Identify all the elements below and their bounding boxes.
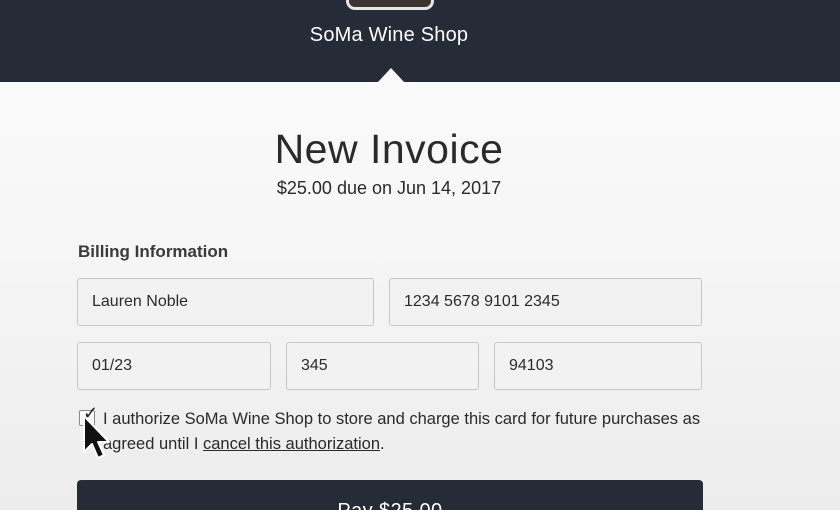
shop-name: SoMa Wine Shop	[309, 24, 469, 46]
invoice-title: New Invoice	[274, 126, 504, 172]
authorization-text: I authorize SoMa Wine Shop to store and …	[103, 407, 703, 457]
shop-header: SoMa Wine Shop	[0, 0, 840, 82]
expiry-date-field[interactable]	[77, 342, 271, 390]
cardholder-name-field[interactable]	[77, 278, 374, 326]
invoice-amount: $25.00	[276, 178, 332, 198]
invoice-payment-page: SoMa Wine Shop New Invoice $25.00 due on …	[0, 0, 840, 510]
authorization-suffix: .	[380, 435, 385, 453]
zip-code-field[interactable]	[494, 342, 702, 390]
pay-button[interactable]: Pay $25.00	[77, 480, 703, 510]
cvv-field[interactable]	[286, 342, 479, 390]
mouse-cursor-icon	[83, 415, 110, 459]
card-number-field[interactable]	[389, 278, 702, 326]
invoice-panel: New Invoice $25.00 due on Jun 14, 2017 Bi…	[0, 82, 840, 510]
shop-logo	[346, 0, 434, 10]
authorization-statement: I authorize SoMa Wine Shop to store and …	[103, 410, 701, 453]
invoice-due-line: $25.00 due on Jun 14, 2017	[0, 178, 778, 199]
header-pointer	[378, 68, 404, 82]
cancel-authorization-link[interactable]: cancel this authorization	[203, 435, 380, 453]
invoice-due-date: due on Jun 14, 2017	[336, 178, 502, 198]
billing-section-label: Billing Information	[78, 242, 229, 261]
